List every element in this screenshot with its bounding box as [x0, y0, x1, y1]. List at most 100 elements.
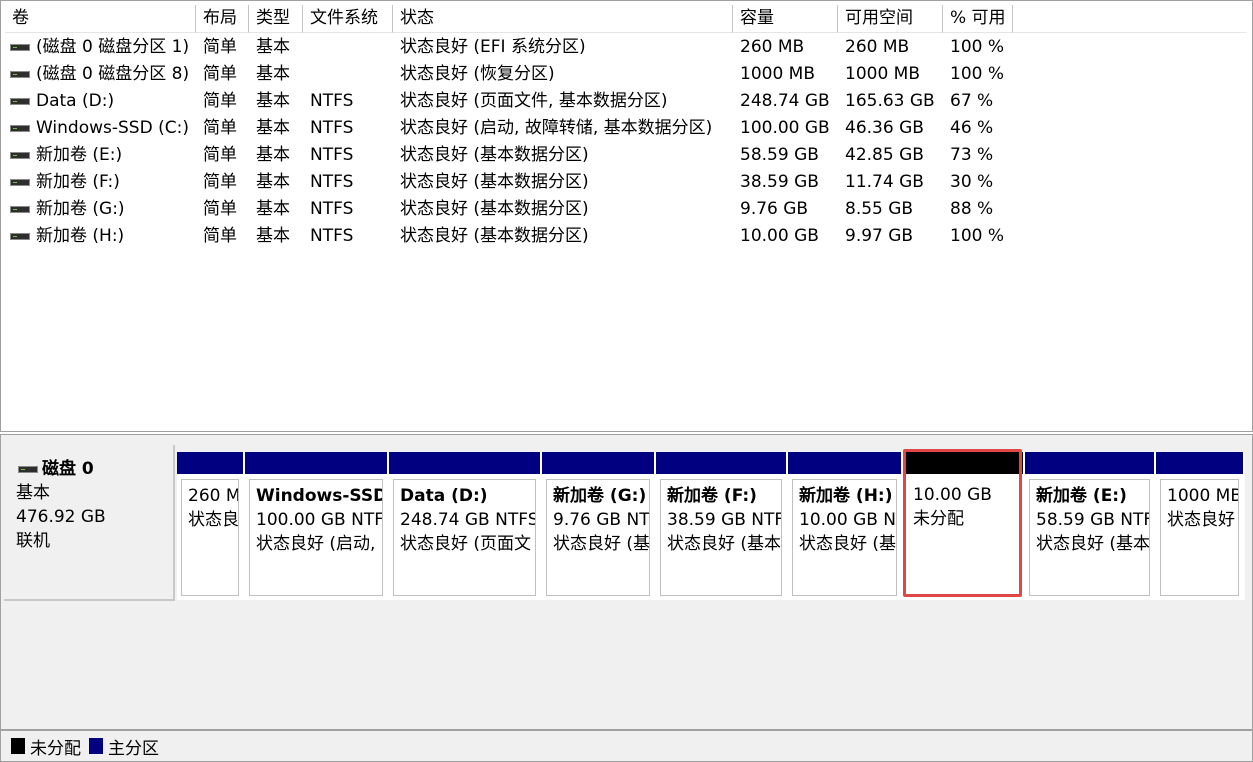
volume-capacity: 38.59 GB: [740, 172, 819, 192]
partition-block[interactable]: Data (D:) 248.74 GB NTFS 状态良好 (页面文: [389, 452, 542, 600]
volume-name: (磁盘 0 磁盘分区 1): [36, 37, 190, 57]
volume-icon: [10, 98, 30, 105]
unallocated-block[interactable]: 10.00 GB 未分配: [903, 452, 1025, 600]
disk-size: 476.92 GB: [16, 507, 106, 527]
column-header-filler: [1013, 5, 1246, 33]
volume-filesystem: [303, 34, 393, 61]
volume-rows: (磁盘 0 磁盘分区 1) 简单 基本 状态良好 (EFI 系统分区) 260 …: [5, 34, 1013, 250]
partition-bar: [1025, 452, 1154, 474]
volume-filesystem: NTFS: [310, 199, 354, 219]
volume-row[interactable]: (磁盘 0 磁盘分区 8) 简单 基本 状态良好 (恢复分区) 1000 MB …: [5, 61, 1013, 88]
volume-row[interactable]: (磁盘 0 磁盘分区 1) 简单 基本 状态良好 (EFI 系统分区) 260 …: [5, 34, 1013, 61]
partition-bar: [788, 452, 901, 474]
partition-status: 状态良好 (启动,: [256, 534, 376, 554]
partition-status: 状态良好 (基本: [667, 534, 782, 554]
volume-layout: 简单: [203, 199, 237, 219]
volume-percent-free: 100 %: [950, 226, 1005, 246]
volume-type: 基本: [256, 226, 290, 246]
column-header-status[interactable]: 状态: [393, 5, 733, 33]
volume-free-space: 46.36 GB: [845, 118, 924, 138]
disk-label[interactable]: 磁盘 0 基本 476.92 GB 联机: [4, 445, 175, 601]
volume-layout: 简单: [203, 64, 237, 84]
column-header-filesystem[interactable]: 文件系统: [303, 5, 393, 33]
partition-block[interactable]: 1000 MB 状态良好: [1156, 452, 1245, 600]
volume-row[interactable]: Windows-SSD (C:) 简单 基本 NTFS 状态良好 (启动, 故障…: [5, 115, 1013, 142]
volume-status: 状态良好 (启动, 故障转储, 基本数据分区): [400, 118, 713, 138]
volume-row[interactable]: 新加卷 (G:) 简单 基本 NTFS 状态良好 (基本数据分区) 9.76 G…: [5, 196, 1013, 223]
volume-free-space: 1000 MB: [845, 64, 920, 84]
partition-status: 状态良好: [1167, 510, 1235, 530]
volume-free-space: 9.97 GB: [845, 226, 914, 246]
partition-block[interactable]: 260 MB 状态良好: [177, 452, 245, 600]
volume-capacity: 10.00 GB: [740, 226, 819, 246]
partition-size: 100.00 GB NTFS: [256, 510, 383, 530]
partition-status: 状态良好 (基本: [1036, 534, 1150, 554]
volume-status: 状态良好 (基本数据分区): [400, 172, 589, 192]
volume-type: 基本: [256, 172, 290, 192]
volume-percent-free: 73 %: [950, 145, 994, 165]
volume-row[interactable]: 新加卷 (H:) 简单 基本 NTFS 状态良好 (基本数据分区) 10.00 …: [5, 223, 1013, 250]
legend: 未分配 主分区: [0, 730, 1253, 762]
volume-type: 基本: [256, 118, 290, 138]
volume-free-space: 260 MB: [845, 37, 910, 57]
volume-icon: [10, 152, 30, 159]
disk-graphical-view: 磁盘 0 基本 476.92 GB 联机 260 MB 状态良好 Windows…: [0, 434, 1253, 730]
partition-size: 1000 MB: [1167, 486, 1239, 506]
column-header-layout[interactable]: 布局: [196, 5, 249, 33]
partition-block[interactable]: 新加卷 (F:) 38.59 GB NTFS 状态良好 (基本: [656, 452, 788, 600]
disk-type: 基本: [16, 483, 50, 503]
column-header-type[interactable]: 类型: [249, 5, 303, 33]
volume-icon: [10, 233, 30, 240]
volume-name: (磁盘 0 磁盘分区 8): [36, 64, 190, 84]
volume-list-header: 卷 布局 类型 文件系统 状态 容量 可用空间 % 可用: [5, 5, 1246, 33]
partition-bar: [245, 452, 387, 474]
volume-filesystem: NTFS: [310, 118, 354, 138]
volume-row[interactable]: Data (D:) 简单 基本 NTFS 状态良好 (页面文件, 基本数据分区)…: [5, 88, 1013, 115]
partition-title: 新加卷 (H:): [799, 486, 893, 506]
volume-type: 基本: [256, 37, 290, 57]
volume-capacity: 1000 MB: [740, 64, 815, 84]
volume-capacity: 58.59 GB: [740, 145, 819, 165]
partition-title: 新加卷 (G:): [553, 486, 647, 506]
column-header-volume[interactable]: 卷: [5, 5, 196, 33]
volume-status: 状态良好 (基本数据分区): [400, 226, 589, 246]
volume-filesystem: [303, 61, 393, 88]
partition-block[interactable]: Windows-SSD 100.00 GB NTFS 状态良好 (启动,: [245, 452, 389, 600]
volume-percent-free: 46 %: [950, 118, 994, 138]
volume-capacity: 248.74 GB: [740, 91, 830, 111]
partition-block[interactable]: 新加卷 (H:) 10.00 GB NTFS 状态良好 (基: [788, 452, 903, 600]
volume-type: 基本: [256, 199, 290, 219]
volume-name: 新加卷 (F:): [36, 172, 120, 192]
column-header-free-space[interactable]: 可用空间: [838, 5, 943, 33]
volume-percent-free: 88 %: [950, 199, 994, 219]
disk-name: 磁盘 0: [42, 459, 94, 479]
volume-filesystem: NTFS: [310, 172, 354, 192]
volume-name: Windows-SSD (C:): [36, 118, 189, 138]
volume-filesystem: NTFS: [310, 91, 354, 111]
volume-filesystem: NTFS: [310, 145, 354, 165]
volume-capacity: 9.76 GB: [740, 199, 809, 219]
partition-size: 248.74 GB NTFS: [400, 510, 536, 530]
partition-status: 状态良好: [188, 510, 239, 530]
volume-free-space: 8.55 GB: [845, 199, 914, 219]
partition-block[interactable]: 新加卷 (G:) 9.76 GB NTFS 状态良好 (基: [542, 452, 656, 600]
volume-percent-free: 67 %: [950, 91, 994, 111]
volume-capacity: 260 MB: [740, 37, 805, 57]
column-header-capacity[interactable]: 容量: [733, 5, 838, 33]
volume-row[interactable]: 新加卷 (F:) 简单 基本 NTFS 状态良好 (基本数据分区) 38.59 …: [5, 169, 1013, 196]
legend-label: 主分区: [108, 738, 159, 759]
volume-icon: [10, 179, 30, 186]
volume-name: 新加卷 (E:): [36, 145, 123, 165]
volume-icon: [10, 71, 30, 78]
volume-layout: 简单: [203, 91, 237, 111]
volume-percent-free: 30 %: [950, 172, 994, 192]
volume-name: 新加卷 (H:): [36, 226, 125, 246]
volume-percent-free: 100 %: [950, 64, 1005, 84]
partition-status: 状态良好 (基: [799, 534, 897, 554]
volume-row[interactable]: 新加卷 (E:) 简单 基本 NTFS 状态良好 (基本数据分区) 58.59 …: [5, 142, 1013, 169]
volume-layout: 简单: [203, 172, 237, 192]
volume-layout: 简单: [203, 226, 237, 246]
column-header-percent-free[interactable]: % 可用: [943, 5, 1013, 33]
partition-block[interactable]: 新加卷 (E:) 58.59 GB NTFS 状态良好 (基本: [1025, 452, 1156, 600]
disk-state: 联机: [16, 531, 50, 551]
